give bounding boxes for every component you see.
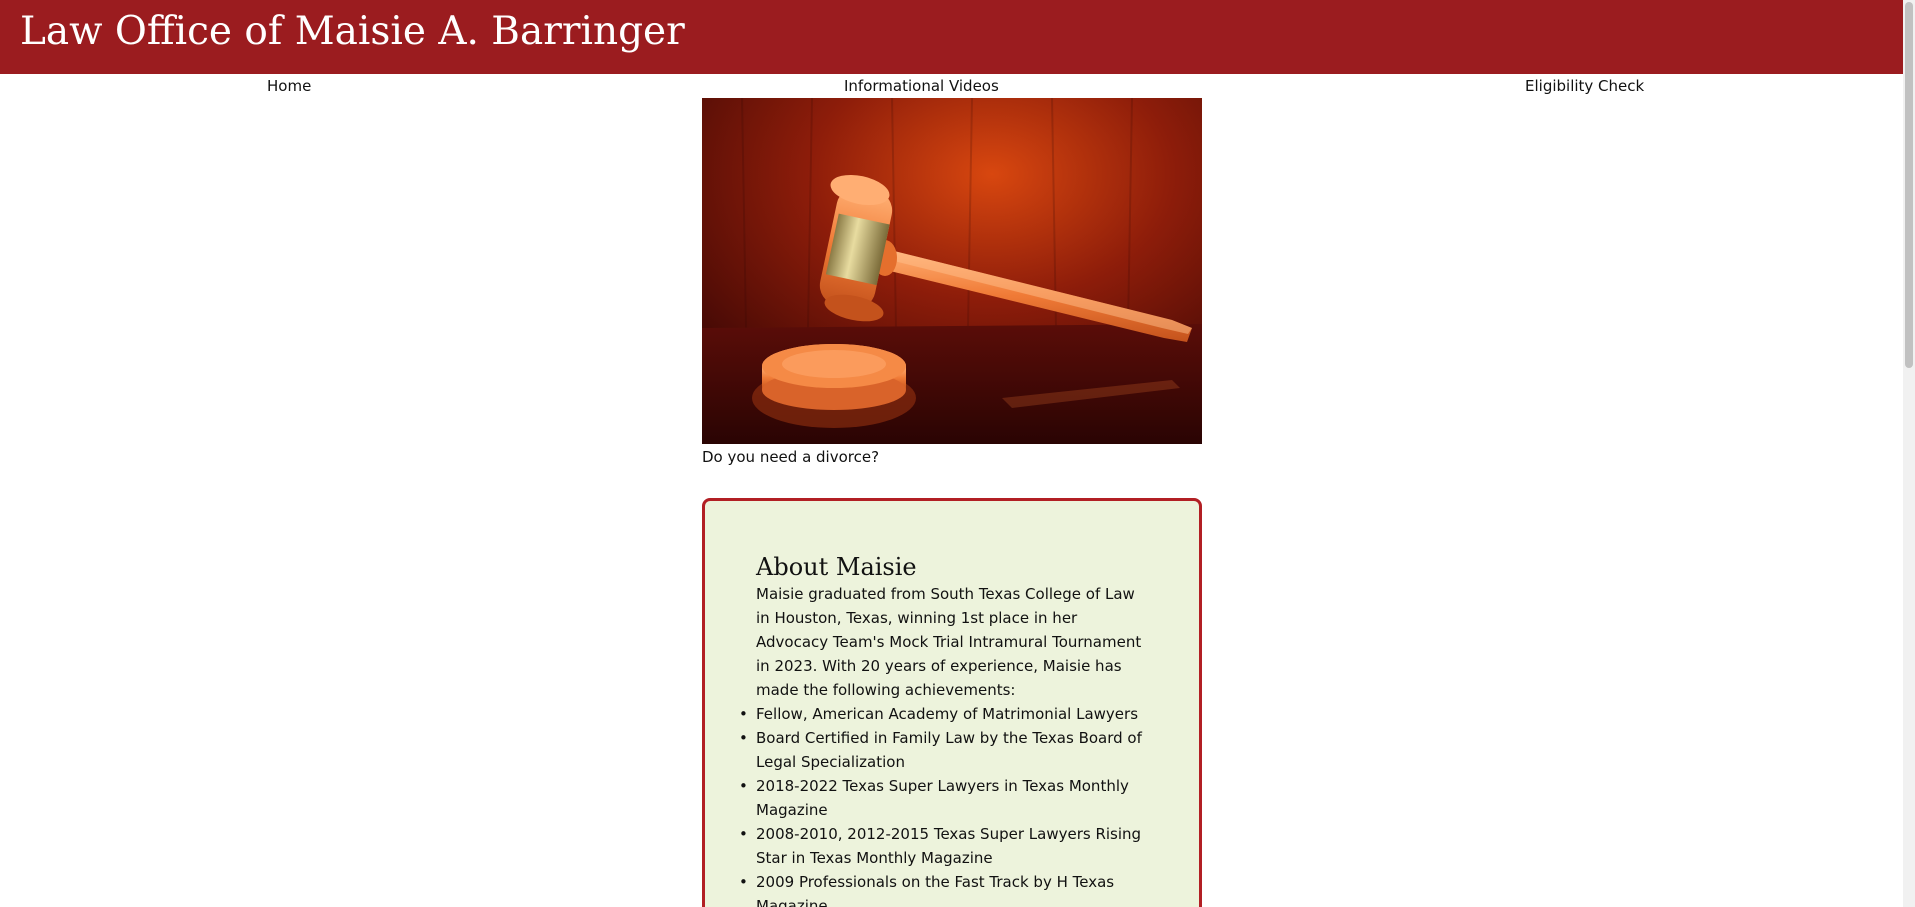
list-item: • Fellow, American Academy of Matrimonial…: [739, 702, 1151, 726]
about-title: About Maisie: [756, 553, 917, 581]
gavel-image: [702, 98, 1202, 444]
about-bio: Maisie graduated from South Texas Colleg…: [756, 585, 1142, 699]
bullet-icon: •: [739, 873, 748, 891]
list-item: • 2018-2022 Texas Super Lawyers in Texas …: [739, 774, 1151, 822]
achievement-text: Board Certified in Family Law by the Tex…: [756, 729, 1142, 771]
page: Law Office of Maisie A. Barringer Home I…: [0, 0, 1915, 907]
achievement-text: 2018-2022 Texas Super Lawyers in Texas M…: [756, 777, 1129, 819]
bullet-icon: •: [739, 705, 748, 723]
scrollbar-thumb[interactable]: [1905, 2, 1913, 368]
bullet-icon: •: [739, 825, 748, 843]
site-title: Law Office of Maisie A. Barringer: [20, 9, 685, 54]
achievement-text: Fellow, American Academy of Matrimonial …: [756, 705, 1139, 723]
list-item: • 2009 Professionals on the Fast Track by…: [739, 870, 1151, 907]
achievement-text: 2009 Professionals on the Fast Track by …: [756, 873, 1115, 907]
nav-link-home[interactable]: Home: [267, 77, 311, 95]
site-header: Law Office of Maisie A. Barringer: [0, 0, 1903, 74]
achievements-list: • Fellow, American Academy of Matrimonial…: [739, 702, 1151, 907]
achievement-text: 2008-2010, 2012-2015 Texas Super Lawyers…: [756, 825, 1142, 867]
main-nav: Home Informational Videos Eligibility Ch…: [0, 74, 1903, 98]
list-item: • Board Certified in Family Law by the Te…: [739, 726, 1151, 774]
about-content: About Maisie Maisie graduated from South…: [739, 552, 1151, 907]
about-card: About Maisie Maisie graduated from South…: [702, 498, 1202, 907]
nav-link-eligibility-check[interactable]: Eligibility Check: [1525, 77, 1644, 95]
hero-caption: Do you need a divorce?: [702, 448, 880, 466]
list-item: • 2008-2010, 2012-2015 Texas Super Lawyer…: [739, 822, 1151, 870]
nav-link-informational-videos[interactable]: Informational Videos: [844, 77, 999, 95]
bullet-icon: •: [739, 777, 748, 795]
vertical-scrollbar[interactable]: [1903, 0, 1915, 907]
bullet-icon: •: [739, 729, 748, 747]
